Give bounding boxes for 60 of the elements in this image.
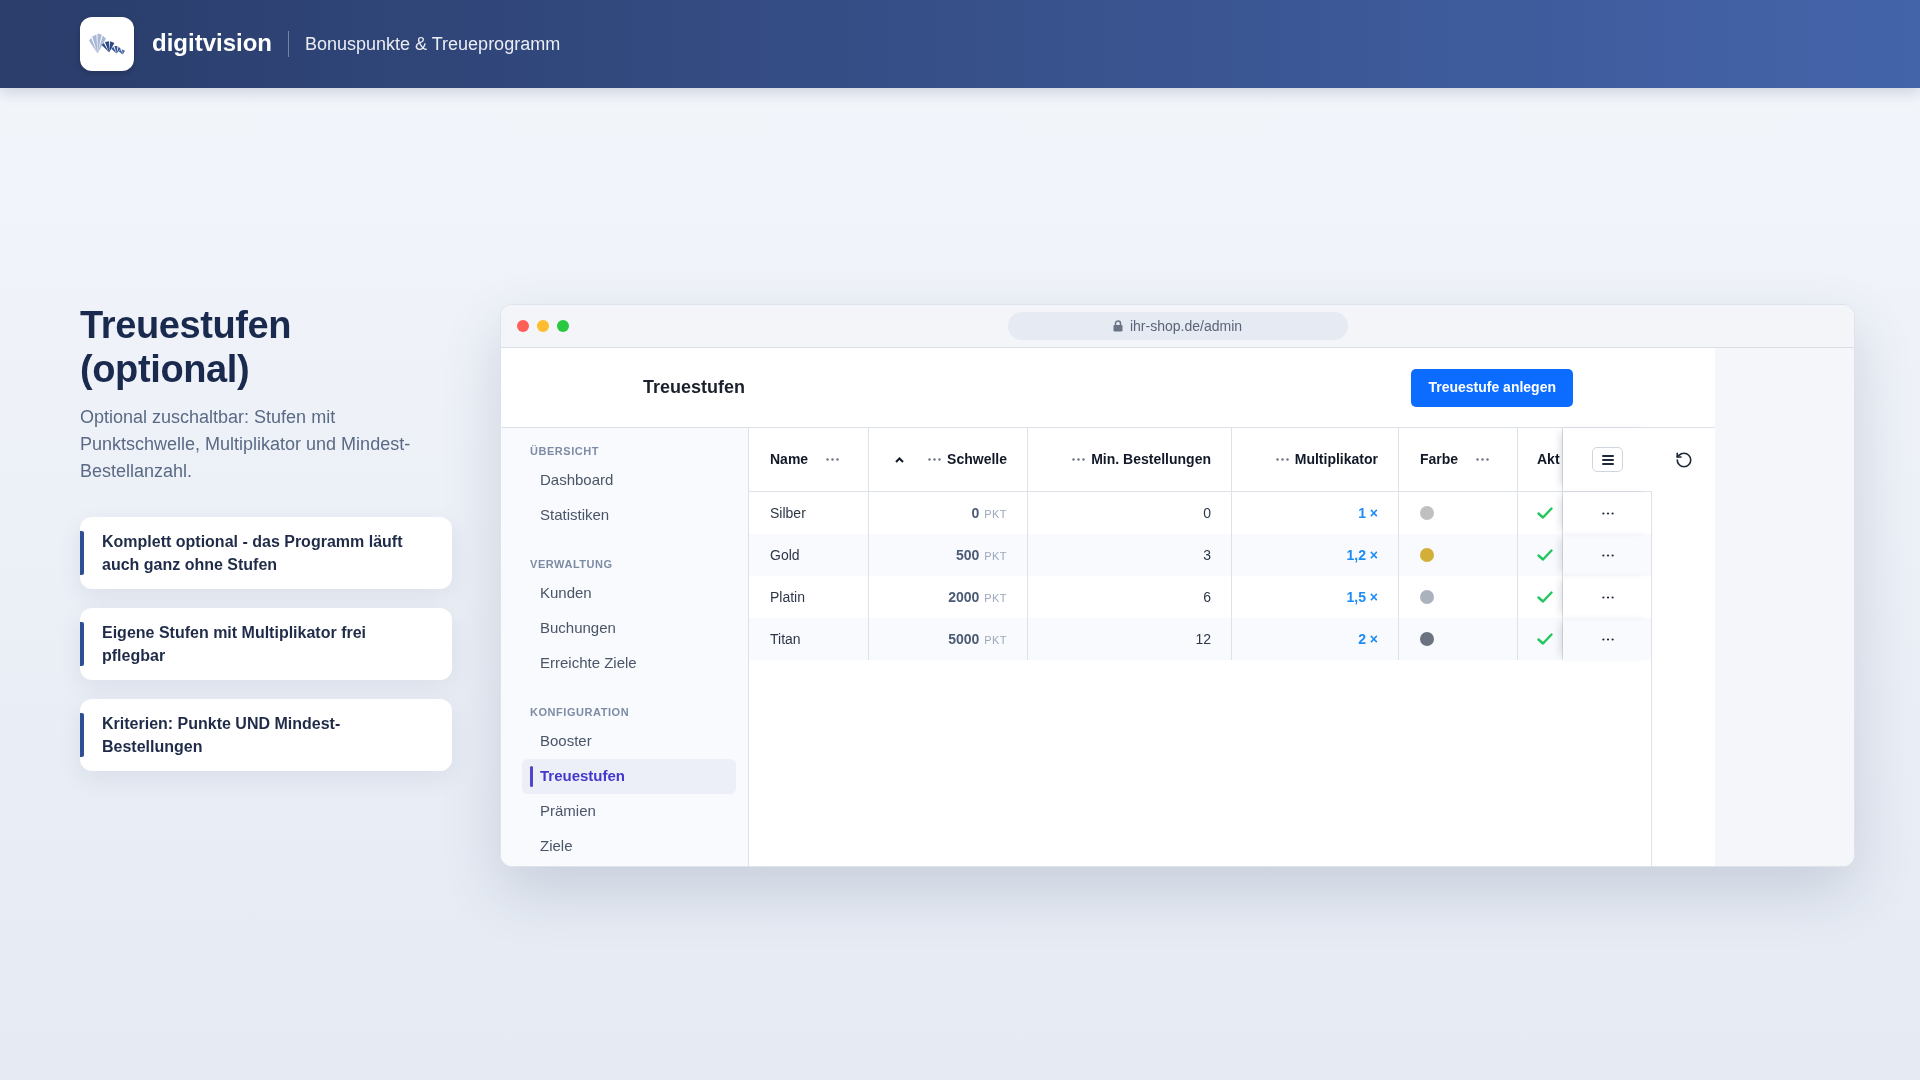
feature-card: Kriterien: Punkte UND Mindest-Bestellungen <box>80 699 452 771</box>
column-header[interactable]: Min. Bestellungen <box>1091 449 1211 470</box>
points-value: 0 <box>971 503 980 523</box>
tier-name: Gold <box>770 545 800 565</box>
column-header[interactable]: Akt <box>1537 449 1560 470</box>
points-unit: PKT <box>984 632 1007 648</box>
refresh-icon[interactable] <box>1674 451 1693 469</box>
window-close-icon[interactable] <box>517 320 529 332</box>
caret-up-icon[interactable] <box>895 456 905 463</box>
more-icon[interactable] <box>1601 511 1614 515</box>
min-orders-value: 0 <box>1203 503 1211 523</box>
sidebar-item[interactable]: Buchungen <box>522 611 736 646</box>
url-text: ihr-shop.de/admin <box>1129 316 1243 336</box>
sidebar-heading: ÜBERSICHT <box>529 443 601 459</box>
intro-title: Treuestufen (optional) <box>80 303 293 391</box>
sidebar-item[interactable]: Kunden <box>522 576 736 611</box>
tier-name: Titan <box>770 629 801 649</box>
more-icon[interactable] <box>1601 637 1614 641</box>
tier-name: Platin <box>770 587 806 607</box>
menu-icon <box>1601 454 1614 465</box>
intro-description: Optional zuschaltbar: Stufen mit Punktschwelle, Multiplikator und Mindest-Bestellanzahl. <box>80 406 412 483</box>
feature-card: Eigene Stufen mit Multiplikator frei pflegbar <box>80 608 452 680</box>
feature-card: Komplett optional - das Programm läuft auch ganz ohne Stufen <box>80 517 452 589</box>
multiplier-value: 1,5 × <box>1346 587 1378 607</box>
create-tier-button[interactable]: Treuestufe anlegen <box>1411 368 1573 407</box>
multiplier-value: 1,2 × <box>1346 545 1378 565</box>
lock-icon <box>1112 320 1123 332</box>
points-value: 500 <box>955 545 980 565</box>
sidebar-item[interactable]: Statistiken <box>522 498 736 533</box>
multiplier-value: 1 × <box>1358 503 1378 523</box>
points-unit: PKT <box>984 506 1007 522</box>
sidebar-item[interactable]: Ziele <box>522 829 736 864</box>
points-value: 2000 <box>948 587 980 607</box>
more-icon[interactable] <box>1601 553 1614 557</box>
header-subtitle: Bonuspunkte & Treueprogramm <box>305 32 561 56</box>
points-unit: PKT <box>984 548 1007 564</box>
min-orders-value: 6 <box>1203 587 1211 607</box>
sidebar-item[interactable]: Prämien <box>522 794 736 829</box>
tier-name: Silber <box>770 503 806 523</box>
column-header[interactable]: Farbe <box>1420 449 1459 470</box>
column-header[interactable]: Schwelle <box>947 449 1007 470</box>
sidebar-heading: KONFIGURATION <box>529 704 631 720</box>
column-settings-button[interactable] <box>1592 447 1623 472</box>
sidebar-item[interactable]: Erreichte Ziele <box>522 646 736 681</box>
logo-icon <box>80 17 134 71</box>
min-orders-value: 12 <box>1195 629 1211 649</box>
sidebar-item[interactable]: Booster <box>522 724 736 759</box>
sidebar-item[interactable]: Dashboard <box>522 463 736 498</box>
points-value: 5000 <box>948 629 980 649</box>
address-bar[interactable]: ihr-shop.de/admin <box>1007 312 1348 340</box>
more-icon[interactable] <box>1601 595 1614 599</box>
column-header[interactable]: Multiplikator <box>1294 449 1378 470</box>
sidebar-item[interactable]: Treuestufen <box>522 759 736 794</box>
brand-name: digitvision <box>152 28 272 58</box>
page-title: Treuestufen <box>643 376 746 399</box>
column-header[interactable]: Name <box>770 449 809 470</box>
points-unit: PKT <box>984 590 1007 606</box>
multiplier-value: 2 × <box>1358 629 1378 649</box>
min-orders-value: 3 <box>1203 545 1211 565</box>
sidebar-heading: VERWALTUNG <box>529 556 614 572</box>
